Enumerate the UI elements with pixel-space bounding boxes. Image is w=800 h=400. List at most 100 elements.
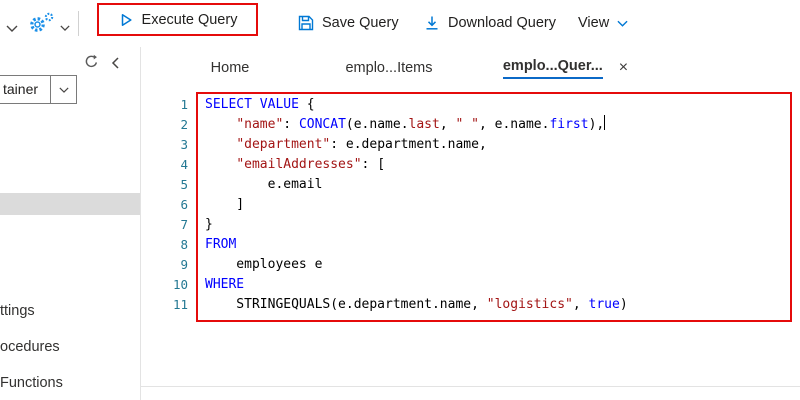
tab-emplo-quer-[interactable]: emplo...Quer... × <box>473 47 658 89</box>
download-query-button[interactable]: Download Query <box>424 8 556 38</box>
code-token: FROM <box>205 237 237 252</box>
line-number: 1 <box>180 97 188 112</box>
settings-button[interactable] <box>28 12 58 35</box>
line-number: 9 <box>180 257 188 272</box>
app-window: Execute Query Save Query Download Query … <box>0 0 800 400</box>
gear-small-icon <box>44 12 54 22</box>
code-token: (e.name. <box>345 117 409 132</box>
code-text: "name": CONCAT(e.name.last, " ", e.name.… <box>205 115 606 135</box>
code-token: ) <box>619 297 628 312</box>
code-line[interactable]: 1 SELECT VALUE { <box>141 95 800 115</box>
save-query-button[interactable]: Save Query <box>298 8 399 38</box>
save-query-label: Save Query <box>322 15 399 31</box>
download-icon <box>426 16 438 30</box>
more-commands-chevron[interactable] <box>6 13 18 43</box>
code-text: } <box>205 215 213 235</box>
line-number: 4 <box>180 157 188 172</box>
code-token: { <box>298 97 315 112</box>
code-line[interactable]: 9 employees e <box>141 255 800 275</box>
code-line[interactable]: 8 FROM <box>141 235 800 255</box>
code-token: STRINGEQUALS(e.department.name, <box>205 297 487 312</box>
code-token: SELECT VALUE <box>205 97 299 112</box>
tab-emplo-items[interactable]: emplo...Items <box>305 47 473 89</box>
query-editor[interactable]: 1 SELECT VALUE {2 "name": CONCAT(e.name.l… <box>141 89 800 400</box>
code-token: employees e <box>205 257 323 272</box>
code-line[interactable]: 6 ] <box>141 195 800 215</box>
view-menu-button[interactable]: View <box>578 8 628 38</box>
toolbar-divider <box>78 11 79 36</box>
code-text: STRINGEQUALS(e.department.name, "logisti… <box>205 295 628 315</box>
code-line[interactable]: 5 e.email <box>141 175 800 195</box>
code-token: : [ <box>361 157 386 172</box>
command-bar: Execute Query Save Query Download Query … <box>0 0 800 48</box>
tab-home[interactable]: Home <box>155 47 305 89</box>
play-icon <box>121 13 132 26</box>
refresh-icon <box>85 54 98 68</box>
settings-chevron[interactable] <box>60 13 70 43</box>
execute-query-button[interactable]: Execute Query <box>97 3 258 36</box>
container-select[interactable]: tainer <box>0 75 77 104</box>
code-token: ] <box>205 197 245 212</box>
selected-tree-item[interactable] <box>0 193 140 215</box>
code-token: last <box>408 117 440 132</box>
code-token: first <box>549 117 589 132</box>
refresh-button[interactable] <box>84 54 99 74</box>
chevron-down-icon <box>617 20 628 27</box>
tab-bar: Home emplo...Items emplo...Quer... × <box>141 47 800 89</box>
code-token: " " <box>455 117 479 132</box>
line-number: 8 <box>180 237 188 252</box>
code-token: "name" <box>236 117 284 132</box>
code-token: "department" <box>236 137 331 152</box>
line-number: 2 <box>180 117 188 132</box>
code-token: : <box>283 117 299 132</box>
tab-label: emplo...Quer... <box>502 58 603 79</box>
code-token: WHERE <box>205 277 245 292</box>
main-content: Home emplo...Items emplo...Quer... × 1 SELEC… <box>141 47 800 400</box>
line-number: 5 <box>180 177 188 192</box>
chevron-left-icon <box>111 57 119 69</box>
code-token: , e.name. <box>478 117 550 132</box>
chevron-down-icon <box>59 87 69 93</box>
results-pane-divider[interactable] <box>141 386 800 387</box>
close-tab-icon[interactable]: × <box>619 60 628 76</box>
code-text: "department": e.department.name, <box>205 135 487 155</box>
code-token: , <box>572 297 589 312</box>
code-text: SELECT VALUE { <box>205 95 315 115</box>
download-query-label: Download Query <box>448 15 556 31</box>
code-token: CONCAT <box>298 117 346 132</box>
line-number: 3 <box>180 137 188 152</box>
collapse-sidebar-button[interactable] <box>111 56 119 74</box>
text-cursor <box>604 115 606 130</box>
container-select-dropdown[interactable] <box>50 76 76 103</box>
code-line[interactable]: 7} <box>141 215 800 235</box>
sidebar-tree-item[interactable]: Functions <box>0 375 63 395</box>
sidebar-tree-item[interactable]: ocedures <box>0 339 60 359</box>
code-line[interactable]: 3 "department": e.department.name, <box>141 135 800 155</box>
line-number: 6 <box>180 197 188 212</box>
chevron-down-icon <box>6 25 18 32</box>
resource-tree-sidebar: tainer ttings ocedures Functions <box>0 47 141 400</box>
chevron-down-icon <box>60 25 70 31</box>
view-label: View <box>578 15 610 31</box>
sidebar-tree-item[interactable]: ttings <box>0 303 35 323</box>
editor-lines: 1 SELECT VALUE {2 "name": CONCAT(e.name.l… <box>141 95 800 315</box>
code-token: "emailAddresses" <box>236 157 362 172</box>
code-text: employees e <box>205 255 322 275</box>
line-number: 7 <box>180 217 188 232</box>
code-line[interactable]: 11 STRINGEQUALS(e.department.name, "logi… <box>141 295 800 315</box>
tab-label: Home <box>210 60 250 76</box>
code-line[interactable]: 2 "name": CONCAT(e.name.last, " ", e.nam… <box>141 115 800 135</box>
save-icon <box>298 15 314 31</box>
code-token: : e.department.name, <box>330 137 487 152</box>
code-token: "logistics" <box>486 297 573 312</box>
code-text: ] <box>205 195 244 215</box>
code-token: true <box>588 297 620 312</box>
code-token: e.email <box>205 177 323 192</box>
code-line[interactable]: 4 "emailAddresses": [ <box>141 155 800 175</box>
code-line[interactable]: 10 WHERE <box>141 275 800 295</box>
code-text: WHERE <box>205 275 244 295</box>
code-text: "emailAddresses": [ <box>205 155 385 175</box>
code-token: ), <box>588 117 605 132</box>
